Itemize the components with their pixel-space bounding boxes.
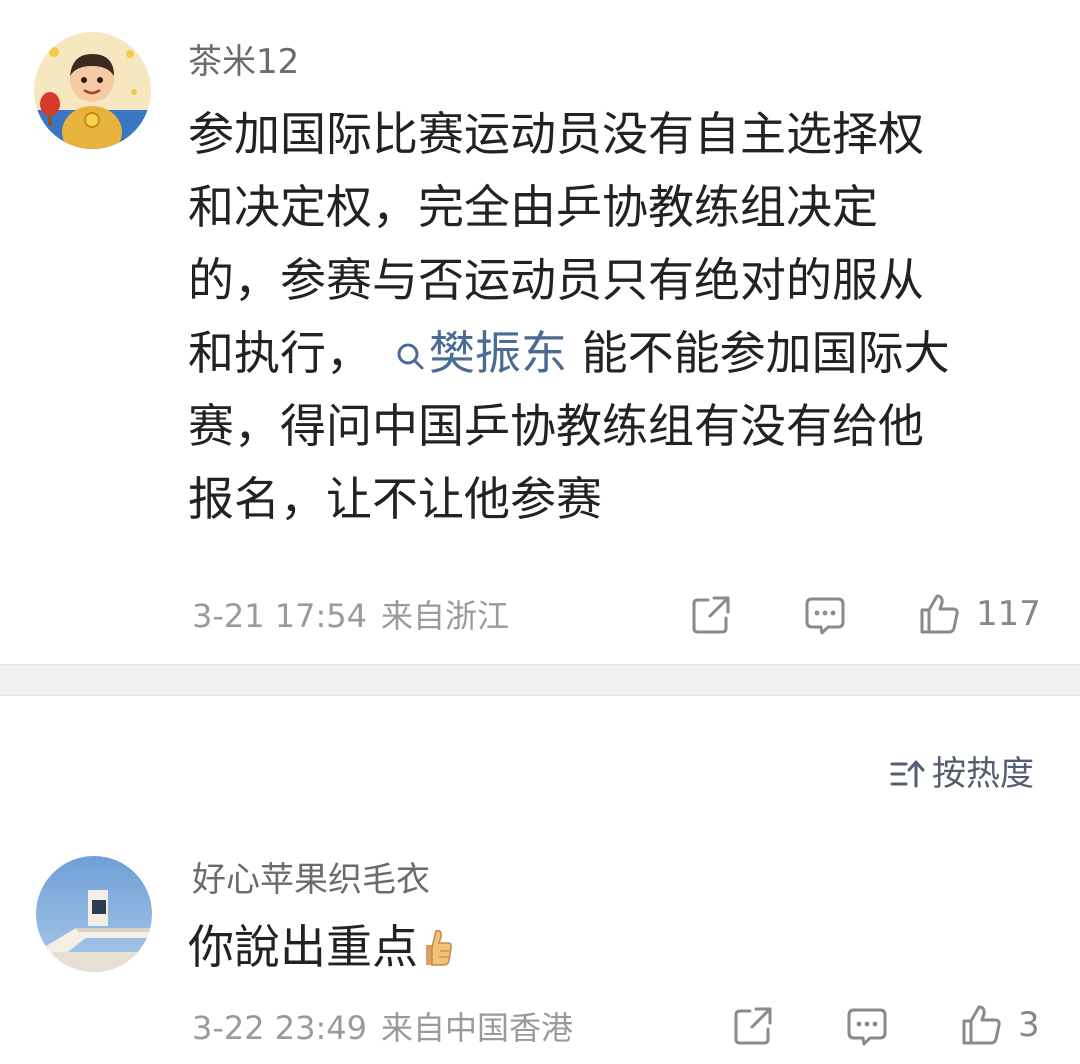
sort-by-popularity-button[interactable]: 按热度	[890, 754, 1034, 794]
comment-icon	[805, 597, 845, 635]
mention-link[interactable]: 樊振东	[395, 326, 567, 380]
username[interactable]: 茶米12	[188, 42, 299, 82]
username[interactable]: 好心苹果织毛衣	[192, 860, 430, 900]
like-icon	[920, 594, 959, 634]
comment-line: 和执行， 樊振东 能不能参加国际大	[188, 317, 1038, 390]
comment-text: 参加国际比赛运动员没有自主选择权 和决定权，完全由乒协教练组决定 的，参赛与否运…	[188, 98, 1038, 536]
sort-label: 按热度	[932, 754, 1034, 794]
like-button[interactable]: 117	[918, 592, 1041, 636]
comment-line-text: 能不能参加国际大	[567, 326, 950, 380]
user-avatar[interactable]	[36, 856, 152, 972]
timestamp: 3-22 23:49	[192, 1009, 368, 1047]
share-icon	[734, 1007, 772, 1045]
comment-line: 的，参赛与否运动员只有绝对的服从	[188, 253, 924, 307]
comment-meta: 3-22 23:49 来自中国香港	[192, 1008, 573, 1048]
like-count: 3	[1018, 1005, 1040, 1045]
mention-name: 樊振东	[429, 326, 567, 380]
comment-button[interactable]	[804, 594, 846, 636]
comment-button[interactable]	[846, 1005, 888, 1047]
thumbs-up-emoji-icon	[418, 918, 454, 966]
like-count: 117	[976, 594, 1041, 634]
comment-line: 你說出重点	[188, 912, 1038, 982]
comment-line: 报名，让不让他参赛	[188, 472, 602, 526]
comment-meta: 3-21 17:54 来自浙江	[192, 596, 509, 636]
comment-text: 你說出重点	[188, 912, 1038, 982]
share-icon	[692, 596, 730, 634]
timestamp: 3-21 17:54	[192, 597, 368, 635]
share-button[interactable]	[690, 594, 732, 636]
comment-line-text: 你說出重点	[188, 920, 418, 974]
comment-line: 和决定权，完全由乒协教练组决定	[188, 180, 878, 234]
location: 来自中国香港	[381, 1009, 574, 1047]
share-button[interactable]	[732, 1005, 774, 1047]
comment-line: 参加国际比赛运动员没有自主选择权	[188, 107, 924, 161]
search-icon	[395, 319, 425, 370]
like-button[interactable]: 3	[960, 1003, 1040, 1047]
sort-icon	[890, 760, 925, 788]
comment-line-text: 和执行，	[188, 326, 349, 380]
main-comment: 茶米12 参加国际比赛运动员没有自主选择权 和决定权，完全由乒协教练组决定 的，…	[0, 0, 1080, 664]
comment-icon	[847, 1008, 887, 1046]
comment-line: 赛，得问中国乒协教练组有没有给他	[188, 399, 924, 453]
section-divider	[0, 664, 1080, 696]
user-avatar[interactable]	[34, 32, 151, 149]
comment-thread: 茶米12 参加国际比赛运动员没有自主选择权 和决定权，完全由乒协教练组决定 的，…	[0, 0, 1080, 1064]
location: 来自浙江	[381, 597, 510, 635]
like-icon	[962, 1005, 1001, 1045]
